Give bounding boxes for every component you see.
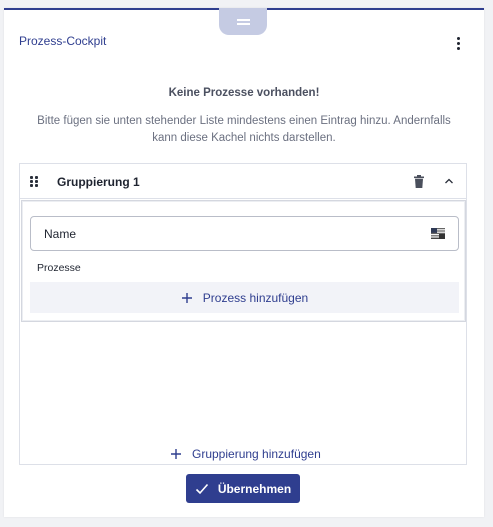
grouping-panel: Gruppierung 1 Name Prozesse Prozess hinz… <box>19 163 467 465</box>
processes-label: Prozesse <box>37 262 81 274</box>
drag-handle-icon <box>236 18 250 25</box>
kebab-menu-icon[interactable] <box>450 34 466 52</box>
grouping-body: Prozesse Prozess hinzufügen <box>21 200 466 322</box>
process-cockpit-tile: Prozess-Cockpit Keine Prozesse vorhanden… <box>4 8 484 517</box>
grouping-header[interactable]: Gruppierung 1 <box>20 164 466 199</box>
language-flag-icon[interactable] <box>431 228 445 239</box>
empty-state-heading: Keine Prozesse vorhanden! <box>168 87 320 99</box>
chevron-up-icon[interactable] <box>443 175 455 187</box>
plus-icon <box>181 292 192 303</box>
apply-label: Übernehmen <box>217 481 292 496</box>
tile-title: Prozess-Cockpit <box>19 34 107 48</box>
add-process-label: Prozess hinzufügen <box>202 290 309 305</box>
add-grouping-button[interactable]: Gruppierung hinzufügen <box>170 447 321 461</box>
name-field <box>30 216 459 251</box>
plus-icon <box>171 449 181 459</box>
grip-icon[interactable] <box>30 176 38 187</box>
add-grouping-label: Gruppierung hinzufügen <box>192 447 321 461</box>
apply-button[interactable]: Übernehmen <box>186 474 300 503</box>
empty-state-text: Bitte fügen sie unten stehender Liste mi… <box>37 115 451 144</box>
trash-icon[interactable] <box>413 175 425 188</box>
drag-handle[interactable] <box>219 8 267 35</box>
name-input[interactable] <box>32 218 427 249</box>
grouping-title: Gruppierung 1 <box>57 175 140 189</box>
add-process-button[interactable]: Prozess hinzufügen <box>30 282 459 313</box>
check-icon <box>195 483 208 494</box>
